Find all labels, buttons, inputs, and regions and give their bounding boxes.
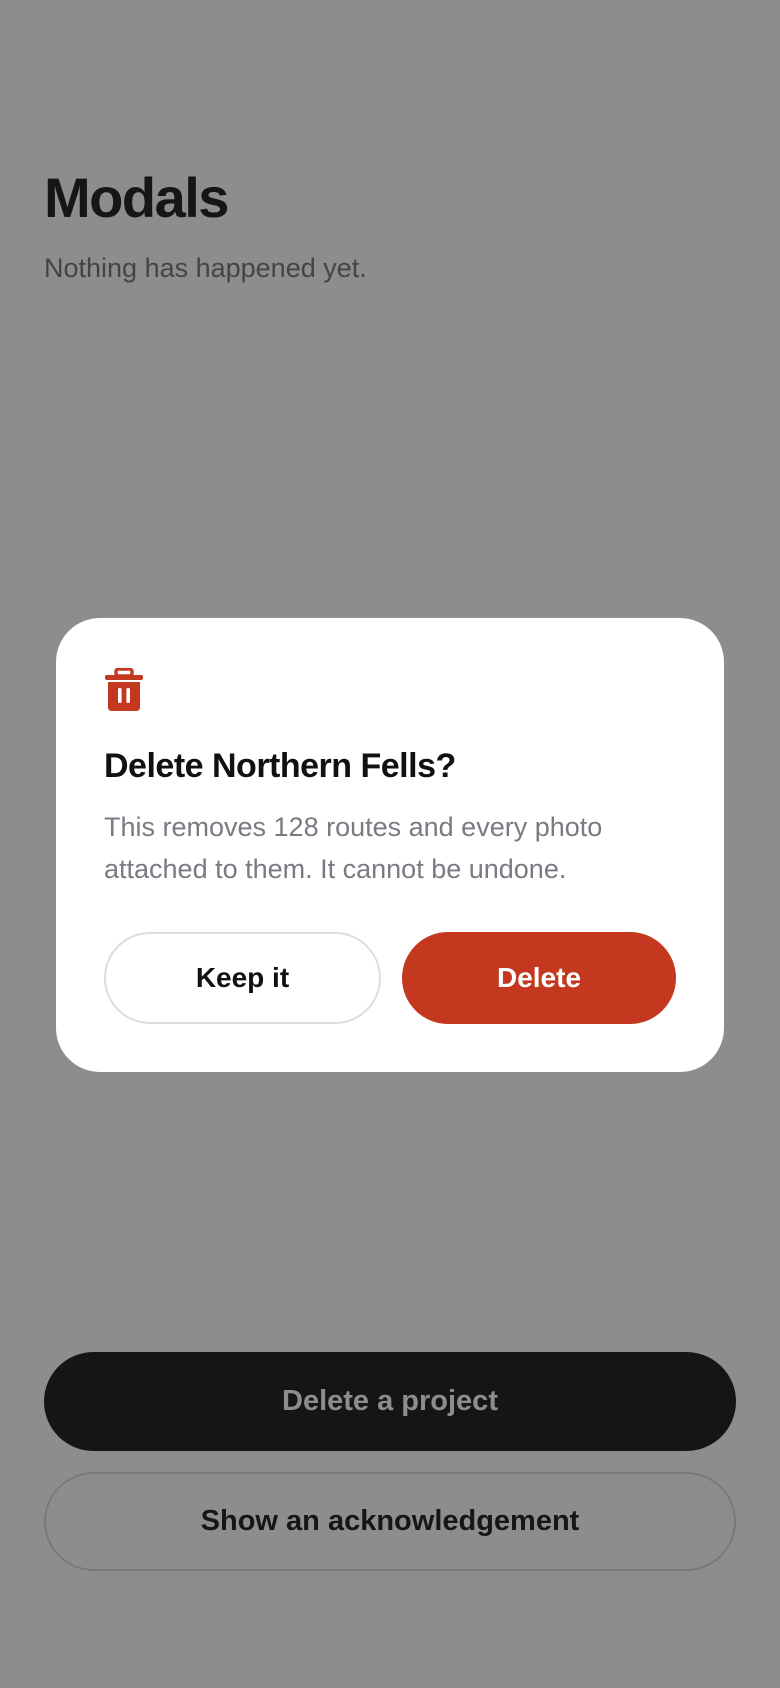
keep-it-button[interactable]: Keep it: [104, 932, 381, 1024]
confirm-delete-button[interactable]: Delete: [402, 932, 676, 1024]
trash-icon: [105, 668, 143, 711]
dialog-title: Delete Northern Fells?: [104, 747, 456, 785]
dialog-message: This removes 128 routes and every photo …: [104, 812, 603, 884]
confirm-delete-dialog: Delete Northern Fells? This removes 128 …: [56, 618, 724, 1072]
